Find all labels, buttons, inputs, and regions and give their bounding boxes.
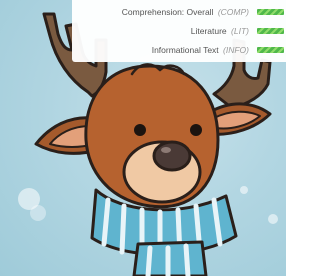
skill-label: Comprehension: Overall (COMP) bbox=[121, 7, 249, 17]
skill-progress-bar bbox=[257, 9, 284, 15]
reindeer-nose bbox=[152, 140, 192, 172]
left-eye bbox=[134, 124, 146, 136]
right-eye bbox=[190, 124, 202, 136]
skill-row-comprehension[interactable]: Comprehension: Overall (COMP) bbox=[72, 2, 286, 22]
skill-label: Informational Text (INFO) bbox=[151, 45, 249, 55]
skills-panel: Comprehension: Overall (COMP) Literature… bbox=[72, 0, 286, 62]
skill-label: Literature (LIT) bbox=[190, 26, 249, 36]
skill-row-informational-text[interactable]: Informational Text (INFO) bbox=[72, 40, 286, 60]
skill-progress-bar bbox=[257, 47, 284, 53]
skill-progress-bar bbox=[257, 28, 284, 34]
skill-row-literature[interactable]: Literature (LIT) bbox=[72, 21, 286, 41]
